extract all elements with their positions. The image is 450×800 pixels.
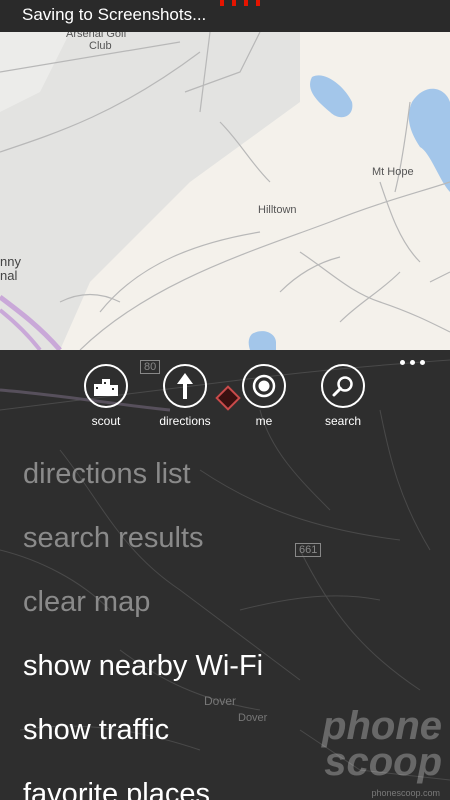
menu-item-clear-map[interactable]: clear map bbox=[0, 578, 450, 642]
me-label: me bbox=[255, 414, 273, 428]
menu-item-search-results[interactable]: search results bbox=[0, 514, 450, 578]
search-label: search bbox=[324, 414, 362, 428]
menu-item-show-nearby-wifi[interactable]: show nearby Wi-Fi bbox=[0, 642, 450, 706]
status-text: Saving to Screenshots... bbox=[22, 5, 207, 24]
status-bar: Saving to Screenshots... bbox=[0, 0, 450, 32]
map-label-mt-hope: Mt Hope bbox=[372, 166, 414, 178]
watermark-url: phonescoop.com bbox=[371, 788, 440, 798]
me-button[interactable]: me bbox=[219, 364, 309, 434]
search-icon bbox=[321, 364, 365, 408]
map-label-arsenal-golf: Arsenal Golf bbox=[66, 32, 127, 40]
ellipsis-icon[interactable] bbox=[400, 360, 430, 370]
scout-label: scout bbox=[91, 414, 121, 428]
scout-icon bbox=[84, 364, 128, 408]
directions-icon bbox=[163, 364, 207, 408]
scout-button[interactable]: scout bbox=[61, 364, 151, 434]
search-button[interactable]: search bbox=[298, 364, 388, 434]
directions-label: directions bbox=[159, 414, 211, 428]
me-icon bbox=[242, 364, 286, 408]
app-bar-menu: 80 661 Dover Dover scout directions me s… bbox=[0, 350, 450, 800]
directions-button[interactable]: directions bbox=[140, 364, 230, 434]
watermark-logo: phone scoop bbox=[322, 704, 442, 784]
map-label-nal: nal bbox=[0, 268, 18, 283]
menu-item-directions-list[interactable]: directions list bbox=[0, 450, 450, 514]
map-label-hilltown: Hilltown bbox=[258, 204, 297, 216]
progress-indicator bbox=[220, 0, 270, 6]
map-label-club: Club bbox=[89, 40, 112, 52]
map-view[interactable]: Arsenal Golf Club Mt Hope Hilltown nny n… bbox=[0, 32, 450, 350]
map-label-nny: nny bbox=[0, 254, 21, 269]
